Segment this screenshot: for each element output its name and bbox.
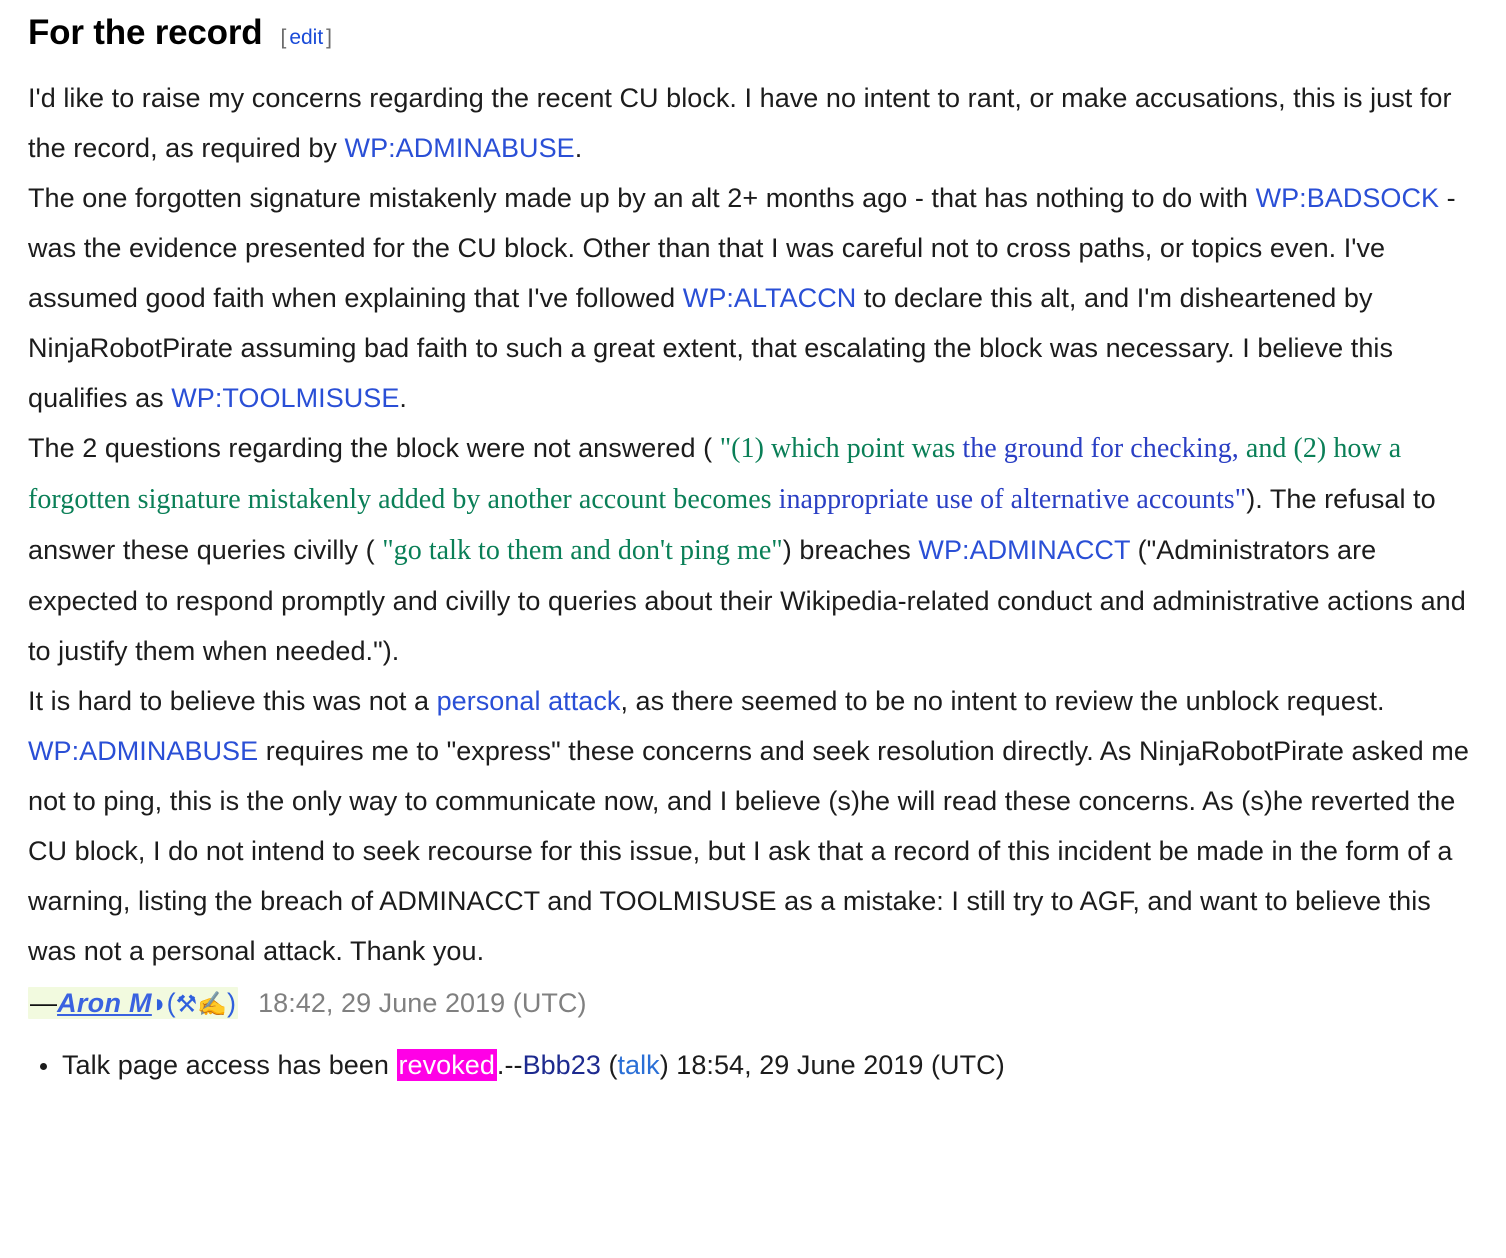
quote-2-green: "go talk to them and don't ping me" [382, 534, 783, 566]
list-item: Talk page access has been revoked.--Bbb2… [40, 1040, 1482, 1090]
pen-icon[interactable]: ✍ [197, 991, 227, 1018]
reply-text-before: Talk page access has been [62, 1049, 397, 1080]
section-heading-row: For the record [edit] [28, 13, 1482, 53]
link-wp-adminabuse-2[interactable]: WP:ADMINABUSE [28, 736, 258, 766]
link-wp-toolmisuse[interactable]: WP:TOOLMISUSE [171, 383, 399, 413]
link-wp-adminacct[interactable]: WP:ADMINACCT [918, 535, 1130, 565]
edit-section-link[interactable]: [edit] [280, 27, 332, 48]
p4-text-3: requires me to "express" these concerns … [28, 735, 1469, 966]
signature-paren-close: ) [227, 987, 237, 1018]
paragraph-4: It is hard to believe this was not a per… [28, 676, 1482, 976]
p3-text-3: ) breaches [782, 534, 919, 565]
discussion-body: I'd like to raise my concerns regarding … [28, 73, 1482, 1090]
tools-icon[interactable]: ⚒ [176, 991, 198, 1018]
talk-page-section: For the record [edit] I'd like to raise … [0, 0, 1506, 1090]
bracket-close: ] [326, 26, 333, 49]
link-wp-badsock[interactable]: WP:BADSOCK [1256, 183, 1440, 213]
p1-text-1: I'd like to raise my concerns regarding … [28, 82, 1452, 163]
p1-text-2: . [574, 132, 583, 163]
link-wp-adminabuse[interactable]: WP:ADMINABUSE [345, 133, 575, 163]
signature-line: —Aron M◗(⚒✍) 18:42, 29 June 2019 (UTC) [28, 978, 1482, 1030]
quote-1-blue-part-a: the ground for checking, [962, 432, 1239, 464]
reply-talk-link[interactable]: talk [617, 1050, 659, 1080]
signature-paren-open: ( [166, 987, 176, 1018]
reply-user-link[interactable]: Bbb23 [523, 1050, 601, 1080]
p4-text-1: It is hard to believe this was not a [28, 685, 437, 716]
signature-user-link[interactable]: Aron M [57, 988, 152, 1018]
status-badge: revoked [396, 1048, 497, 1081]
page-title: For the record [28, 13, 263, 52]
link-wp-altaccn[interactable]: WP:ALTACCN [683, 283, 857, 313]
reply-paren-close: ) [659, 1049, 669, 1080]
p2-text-1: The one forgotten signature mistakenly m… [28, 182, 1256, 213]
link-personal-attack[interactable]: personal attack [437, 686, 621, 716]
reply-paren-open: ( [600, 1049, 618, 1080]
paragraph-2: The one forgotten signature mistakenly m… [28, 173, 1482, 423]
quote-1-blue-part-b: inappropriate use of alternative account… [778, 483, 1247, 515]
signature-block: —Aron M◗(⚒✍) [28, 986, 239, 1019]
paragraph-3: The 2 questions regarding the block were… [28, 423, 1482, 676]
paragraph-1: I'd like to raise my concerns regarding … [28, 73, 1482, 173]
p3-text-1: The 2 questions regarding the block were… [28, 432, 720, 463]
quote-1-green-part-a: "(1) which point was [719, 432, 963, 464]
signature-timestamp: 18:42, 29 June 2019 (UTC) [258, 987, 587, 1018]
p4-text-2: , as there seemed to be no intent to rev… [620, 685, 1385, 716]
reply-text-after: .-- [496, 1049, 523, 1080]
reply-list: Talk page access has been revoked.--Bbb2… [28, 1040, 1482, 1090]
p2-text-4: . [399, 382, 407, 413]
edit-link[interactable]: edit [286, 26, 326, 49]
reply-timestamp: 18:54, 29 June 2019 (UTC) [668, 1049, 1005, 1080]
leaf-icon: ◗ [151, 987, 168, 1018]
signature-dash: — [30, 987, 58, 1018]
